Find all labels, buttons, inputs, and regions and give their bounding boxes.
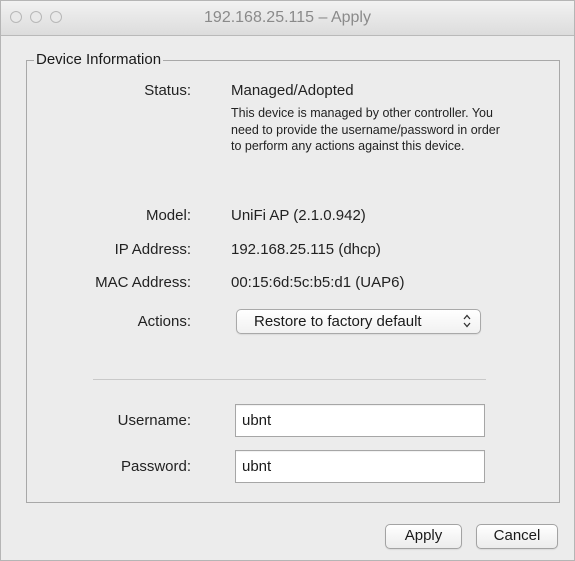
section-divider	[93, 379, 486, 380]
cancel-button[interactable]: Cancel	[476, 524, 558, 549]
password-field[interactable]: ubnt	[235, 450, 485, 483]
mac-address-label: MAC Address:	[95, 274, 191, 291]
actions-label: Actions:	[137, 313, 191, 330]
ip-address-value: 192.168.25.115 (dhcp)	[231, 241, 381, 258]
status-label: Status:	[144, 82, 191, 99]
model-value: UniFi AP (2.1.0.942)	[231, 207, 366, 224]
status-value: Managed/Adopted	[231, 82, 354, 99]
apply-dialog-window: 192.168.25.115 – Apply Device Informatio…	[0, 0, 575, 561]
password-label: Password:	[120, 458, 191, 475]
ip-address-label: IP Address:	[114, 241, 191, 258]
model-label: Model:	[145, 207, 191, 224]
device-information-legend: Device Information	[34, 51, 164, 68]
actions-selected-value: Restore to factory default	[254, 313, 422, 330]
chevron-up-down-icon	[463, 314, 471, 328]
window-title: 192.168.25.115 – Apply	[204, 9, 371, 26]
apply-button[interactable]: Apply	[385, 524, 462, 549]
username-label: Username:	[117, 412, 191, 429]
actions-select[interactable]: Restore to factory default	[236, 309, 481, 334]
status-note: This device is managed by other controll…	[231, 106, 500, 153]
username-value: ubnt	[242, 412, 272, 429]
title-bar[interactable]: 192.168.25.115 – Apply	[1, 1, 574, 36]
username-field[interactable]: ubnt	[235, 404, 485, 437]
mac-address-value: 00:15:6d:5c:b5:d1 (UAP6)	[231, 274, 405, 291]
password-value: ubnt	[242, 458, 272, 475]
